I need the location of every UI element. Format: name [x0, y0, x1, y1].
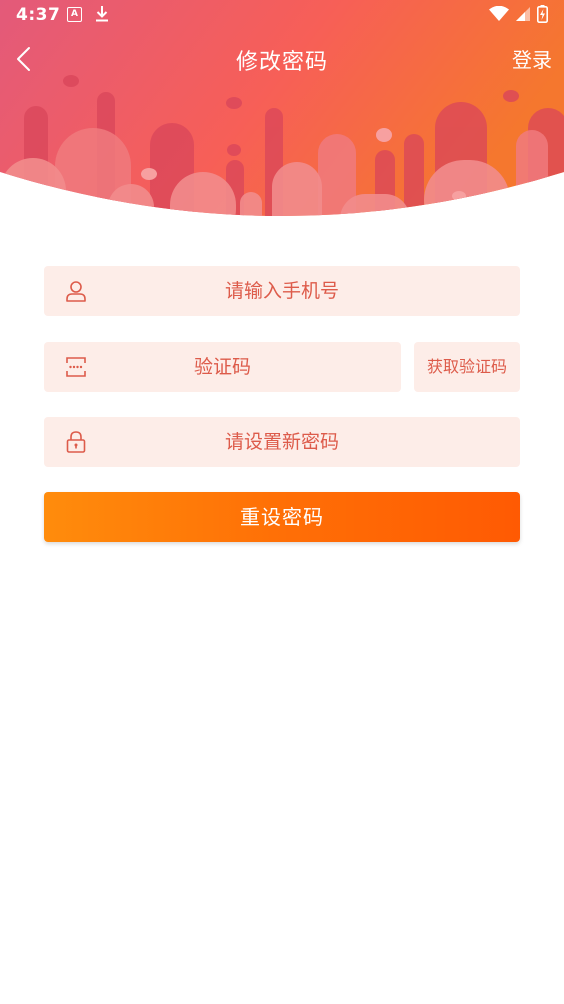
notification-app-icon: A — [67, 7, 82, 22]
navigation-bar: 修改密码 登录 — [0, 36, 564, 80]
verification-code-field — [44, 342, 401, 392]
login-link[interactable]: 登录 — [512, 44, 552, 73]
reset-password-button[interactable]: 重设密码 — [44, 492, 520, 542]
verification-code-input[interactable] — [44, 342, 401, 392]
page-title: 修改密码 — [235, 50, 328, 75]
wifi-icon — [489, 6, 509, 21]
download-icon — [96, 6, 108, 22]
get-code-button[interactable]: 获取验证码 — [414, 342, 520, 392]
phone-input[interactable] — [44, 266, 520, 316]
phone-field — [44, 266, 520, 316]
status-bar: 4:37 A — [0, 0, 564, 32]
battery-charging-icon — [537, 5, 548, 23]
new-password-field — [44, 417, 520, 467]
status-time: 4:37 — [16, 5, 61, 25]
header-background — [0, 0, 564, 216]
cellular-signal-icon — [516, 7, 530, 21]
header-banner: 4:37 A 修改密码 登录 — [0, 0, 564, 220]
new-password-input[interactable] — [44, 417, 520, 467]
